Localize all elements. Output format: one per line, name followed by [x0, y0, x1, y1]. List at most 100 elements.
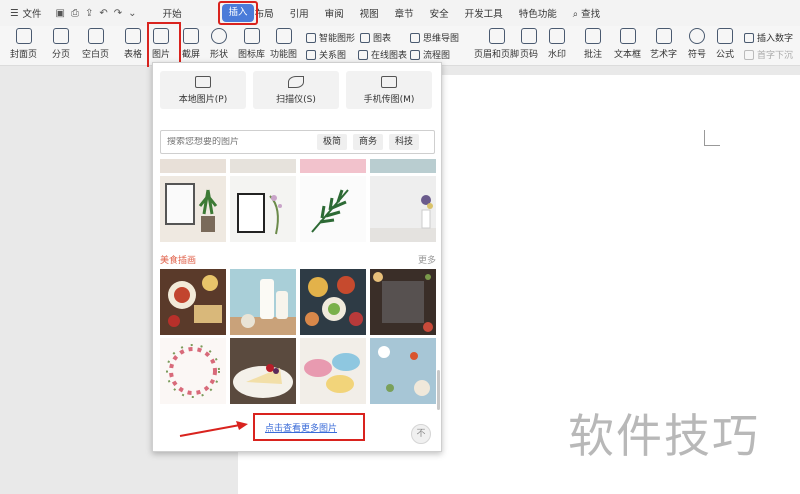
- picture-thumbnail[interactable]: [370, 338, 436, 404]
- cover-page-button[interactable]: 封面页: [10, 28, 37, 60]
- picture-thumbnail[interactable]: [300, 159, 366, 173]
- tag-business[interactable]: 商务: [353, 134, 384, 150]
- first-drop-button[interactable]: 首字下沉: [744, 48, 793, 61]
- formula-label: 公式: [716, 50, 735, 60]
- scanner-icon: [288, 75, 304, 88]
- picture-dropdown-panel: 本地图片(P) 扫描仪(S) 手机传图(M) 极简 商务 科技 美食插画 更多: [152, 62, 442, 452]
- picture-thumbnail[interactable]: [300, 269, 366, 335]
- local-picture-icon: [195, 75, 211, 88]
- picture-thumbnail[interactable]: [160, 159, 226, 173]
- picture-thumbnail[interactable]: [370, 269, 436, 335]
- screenshot-button[interactable]: 截屏: [182, 28, 200, 60]
- tab-developer[interactable]: 开发工具: [457, 6, 511, 20]
- tab-features[interactable]: 特色功能: [511, 6, 565, 20]
- omega-icon: [689, 28, 705, 44]
- quick-access-toolbar: ▣ ⎙ ⇪ ↶ ↷ ⌄: [50, 8, 143, 19]
- back-to-top-button[interactable]: 不: [411, 424, 431, 444]
- tab-security[interactable]: 安全: [422, 6, 457, 20]
- picture-thumbnail[interactable]: [230, 269, 296, 335]
- picture-thumbnail[interactable]: [230, 159, 296, 173]
- wordart-button[interactable]: 艺术字: [650, 28, 677, 60]
- relation-button[interactable]: 关系图: [306, 48, 346, 61]
- search-icon: ⌕: [572, 9, 579, 20]
- relation-label: 关系图: [319, 51, 347, 61]
- chart-icon: [360, 32, 370, 43]
- blue-table-image: [378, 346, 430, 396]
- picture-thumbnail[interactable]: [370, 176, 436, 242]
- more-link[interactable]: 更多: [418, 253, 436, 266]
- scanner-button[interactable]: 扫描仪(S): [253, 71, 339, 109]
- picture-thumbnail[interactable]: [370, 159, 436, 173]
- online-chart-icon: [358, 49, 368, 60]
- icon-library-icon: [243, 28, 260, 44]
- file-menu[interactable]: ☰ 文件: [0, 6, 50, 21]
- function-map-icon: [275, 28, 292, 44]
- online-chart-button[interactable]: 在线图表: [358, 48, 407, 61]
- tag-tech[interactable]: 科技: [389, 134, 420, 150]
- watermark-label: 水印: [548, 50, 567, 60]
- comment-button[interactable]: 批注: [584, 28, 602, 60]
- save-icon[interactable]: ▣: [56, 8, 65, 19]
- picture-thumbnail[interactable]: [300, 176, 366, 242]
- picture-thumbnail[interactable]: [160, 269, 226, 335]
- onlinechart-label: 在线图表: [371, 51, 408, 61]
- tab-insert[interactable]: 插入: [222, 4, 254, 22]
- table-button[interactable]: 表格: [124, 28, 142, 60]
- print-icon[interactable]: ⎙: [71, 8, 79, 19]
- textbox-button[interactable]: 文本框: [614, 28, 641, 60]
- tag-minimal[interactable]: 极简: [317, 134, 348, 150]
- symbol-label: 符号: [688, 50, 707, 60]
- flowchart-button[interactable]: 流程图: [410, 48, 450, 61]
- view-more-pictures-link[interactable]: 点击查看更多图片: [265, 421, 337, 434]
- page-break-button[interactable]: 分页: [52, 28, 70, 60]
- blank-page-button[interactable]: 空白页: [82, 28, 109, 60]
- search-command[interactable]: ⌕ 查找: [565, 6, 608, 20]
- dropdown-icon[interactable]: ⌄: [128, 8, 136, 19]
- phone-transfer-button[interactable]: 手机传图(M): [346, 71, 432, 109]
- wordart-label: 艺术字: [650, 50, 678, 60]
- export-icon[interactable]: ⇪: [85, 8, 93, 19]
- tab-chapter[interactable]: 章节: [387, 6, 422, 20]
- shape-button[interactable]: 形状: [210, 28, 228, 60]
- cover-page-icon: [15, 28, 32, 44]
- pagebreak-label: 分页: [52, 50, 71, 60]
- redo-icon[interactable]: ↷: [114, 8, 122, 19]
- palm-leaf-image: [311, 189, 349, 233]
- tab-start[interactable]: 开始: [155, 6, 190, 20]
- comment-label: 批注: [584, 50, 603, 60]
- panel-scrollbar[interactable]: [437, 370, 440, 410]
- page-break-icon: [53, 28, 69, 44]
- picture-search-box: 极简 商务 科技: [160, 130, 435, 154]
- picture-thumbnail[interactable]: [230, 176, 296, 242]
- tab-view[interactable]: 视图: [352, 6, 387, 20]
- blank-label: 空白页: [82, 50, 110, 60]
- symbol-button[interactable]: 符号: [688, 28, 706, 60]
- undo-icon[interactable]: ↶: [99, 8, 107, 19]
- header-footer-button[interactable]: 页眉和页脚: [474, 28, 519, 60]
- local-picture-button[interactable]: 本地图片(P): [160, 71, 246, 109]
- watermark-button[interactable]: 水印: [548, 28, 566, 60]
- page-number-button[interactable]: 页码: [520, 28, 538, 60]
- picture-thumbnail[interactable]: [160, 176, 226, 242]
- icon-library-button[interactable]: 图标库: [238, 28, 265, 60]
- mindmap-button[interactable]: 思维导图: [410, 31, 459, 44]
- smartart-button[interactable]: 智能图形: [306, 31, 355, 44]
- picture-search-input[interactable]: [161, 137, 311, 147]
- function-map-button[interactable]: 功能图: [270, 28, 297, 60]
- formula-button[interactable]: 公式: [716, 28, 734, 60]
- picture-thumbnail[interactable]: [230, 338, 296, 404]
- insert-number-button[interactable]: 插入数字: [744, 31, 793, 44]
- annotation-arrow-icon: [179, 421, 248, 437]
- shape-icon: [211, 28, 227, 44]
- document-background: [0, 67, 153, 494]
- watermark-text: 软件技巧: [568, 409, 760, 463]
- picture-thumbnail[interactable]: [160, 338, 226, 404]
- tab-review[interactable]: 审阅: [317, 6, 352, 20]
- phone-transfer-label: 手机传图(M): [363, 94, 415, 105]
- picture-thumbnail[interactable]: [300, 338, 366, 404]
- tab-references[interactable]: 引用: [282, 6, 317, 20]
- table-label: 表格: [124, 50, 143, 60]
- smartart-label: 智能图形: [319, 34, 356, 44]
- chart-button[interactable]: 图表: [360, 31, 391, 44]
- blank-page-icon: [87, 28, 104, 44]
